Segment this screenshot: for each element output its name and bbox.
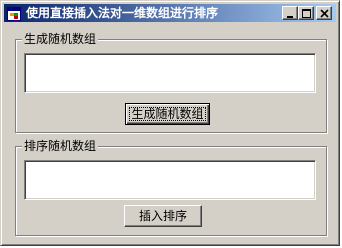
sort-groupbox: 排序随机数组 插入排序: [15, 139, 327, 236]
app-window-icon[interactable]: [7, 6, 21, 21]
maximize-button[interactable]: [298, 6, 314, 20]
close-button[interactable]: [316, 6, 332, 20]
focus-rect: [129, 107, 206, 121]
sorted-array-textbox[interactable]: [24, 160, 316, 200]
sort-group-label: 排序随机数组: [22, 139, 99, 153]
generate-array-button[interactable]: 生成随机数组: [125, 103, 210, 125]
minimize-icon: [287, 16, 293, 18]
title-bar[interactable]: 使用直接插入法对一维数组进行排序: [4, 4, 336, 22]
app-window: 使用直接插入法对一维数组进行排序 生成随机数组 生成随机数组 排序随机数组 插入…: [0, 0, 340, 246]
window-title: 使用直接插入法对一维数组进行排序: [26, 6, 219, 20]
insertion-sort-button[interactable]: 插入排序: [124, 205, 202, 227]
generate-group-label: 生成随机数组: [22, 32, 99, 46]
maximize-icon: [302, 9, 311, 18]
random-array-textbox[interactable]: [24, 53, 316, 93]
generate-groupbox: 生成随机数组 生成随机数组: [15, 32, 327, 133]
minimize-button[interactable]: [282, 6, 298, 20]
insertion-sort-button-label: 插入排序: [138, 209, 187, 223]
close-icon: [320, 9, 329, 18]
